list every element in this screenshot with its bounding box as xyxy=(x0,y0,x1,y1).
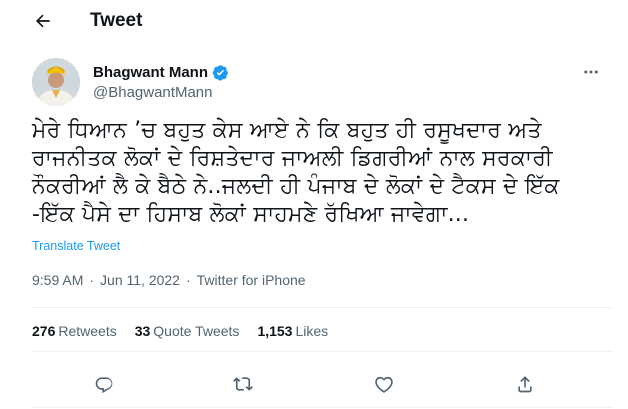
tweet-stats: 276 Retweets 33 Quote Tweets 1,153 Likes xyxy=(32,323,328,339)
back-button[interactable] xyxy=(28,8,58,34)
quote-tweets-label: Quote Tweets xyxy=(153,323,240,339)
tweet-date[interactable]: Jun 11, 2022 xyxy=(100,272,180,288)
tweet-source[interactable]: Twitter for iPhone xyxy=(197,272,306,288)
tweet-time[interactable]: 9:59 AM xyxy=(32,272,83,288)
share-button[interactable] xyxy=(512,371,538,397)
retweets-label: Retweets xyxy=(58,323,117,339)
likes-label: Likes xyxy=(295,323,329,339)
avatar-image xyxy=(32,58,80,106)
tweet-meta: 9:59 AM · Jun 11, 2022 · Twitter for iPh… xyxy=(32,272,306,288)
divider xyxy=(32,351,612,352)
more-horizontal-icon xyxy=(584,70,598,74)
retweets-count: 276 xyxy=(32,323,56,339)
share-icon xyxy=(518,376,532,393)
likes-stat[interactable]: 1,153 Likes xyxy=(257,323,328,339)
quote-tweets-stat[interactable]: 33 Quote Tweets xyxy=(135,323,240,339)
quote-tweets-count: 33 xyxy=(134,323,151,339)
avatar[interactable] xyxy=(32,58,80,106)
retweet-button[interactable] xyxy=(230,371,256,397)
author-display-name[interactable]: Bhagwant Mann xyxy=(93,64,208,81)
verified-badge-icon xyxy=(212,65,228,81)
tweet-text: ਮੇਰੇ ਧਿਆਨ ’ਚ ਬਹੁਤ ਕੇਸ ਆਏ ਨੇ ਕਿ ਬਹੁਤ ਹੀ ਰ… xyxy=(32,117,612,229)
top-bar: Tweet xyxy=(0,0,628,42)
translate-tweet-link[interactable]: Translate Tweet xyxy=(32,239,120,253)
tweet-text-line: ਰਾਜਨੀਤਕ ਲੋਕਾਂ ਦੇ ਰਿਸ਼ਤੇਦਾਰ ਜਾਅਲੀ ਡਿਗਰੀਆਂ… xyxy=(32,146,553,171)
retweets-stat[interactable]: 276 Retweets xyxy=(32,323,117,339)
author-handle[interactable]: @BhagwantMann xyxy=(93,84,212,101)
heart-icon xyxy=(375,376,393,393)
tweet-text-line: ਨੌਕਰੀਆਂ ਲੈ ਕੇ ਬੈਠੇ ਨੇ..ਜਲਦੀ ਹੀ ਪੰਜਾਬ ਦੇ … xyxy=(32,174,560,199)
tweet-text-line: ਮੇਰੇ ਧਿਆਨ ’ਚ ਬਹੁਤ ਕੇਸ ਆਏ ਨੇ ਕਿ ਬਹੁਤ ਹੀ ਰ… xyxy=(32,118,542,143)
meta-separator: · xyxy=(185,272,191,288)
meta-separator: · xyxy=(89,272,95,288)
likes-count: 1,153 xyxy=(257,323,293,339)
reply-icon xyxy=(95,377,113,394)
reply-button[interactable] xyxy=(91,371,117,397)
tweet-text-line: -ਇੱਕ ਪੈਸੇ ਦਾ ਹਿਸਾਬ ਲੋਕਾਂ ਸਾਹਮਣੇ ਰੱਖਿਆ ਜਾ… xyxy=(32,202,470,227)
arrow-left-icon xyxy=(36,14,50,28)
page-title: Tweet xyxy=(90,10,143,31)
retweet-icon xyxy=(233,377,253,391)
divider xyxy=(32,407,612,408)
more-button[interactable] xyxy=(580,62,602,82)
author-name-row: Bhagwant Mann xyxy=(93,64,229,81)
divider xyxy=(32,307,612,308)
like-button[interactable] xyxy=(371,371,397,397)
